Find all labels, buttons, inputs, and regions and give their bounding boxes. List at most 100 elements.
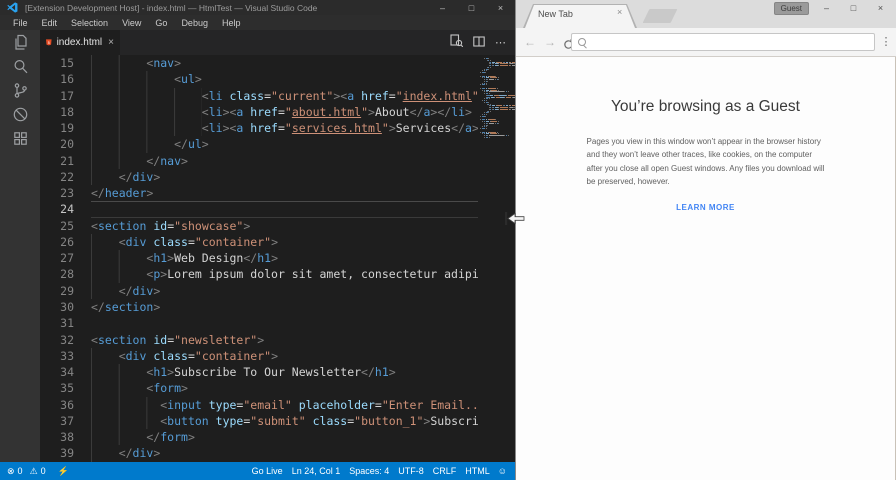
forward-icon[interactable]: → xyxy=(544,32,556,52)
source-control-icon[interactable] xyxy=(0,79,40,102)
line-number: 29 xyxy=(60,283,74,298)
status-spaces-4[interactable]: Spaces: 4 xyxy=(349,466,389,476)
search-icon[interactable] xyxy=(0,55,40,78)
browser-minimize-icon[interactable]: – xyxy=(813,0,840,15)
status-crlf[interactable]: CRLF xyxy=(433,466,457,476)
browser-toolbar: ← → ⋮ xyxy=(516,28,896,57)
vscode-maximize-icon[interactable]: □ xyxy=(457,0,486,15)
status-html[interactable]: HTML xyxy=(465,466,490,476)
more-actions-icon[interactable]: ⋯ xyxy=(495,36,506,49)
line-number: 20 xyxy=(60,137,74,152)
line-number: 19 xyxy=(60,121,74,136)
tab-index-html[interactable]: 5 index.html × xyxy=(40,30,120,55)
lightning-icon[interactable]: ⚡ xyxy=(58,466,69,477)
back-icon[interactable]: ← xyxy=(524,32,536,52)
extensions-icon[interactable] xyxy=(0,127,40,150)
code-line-16[interactable]: 16 <ul> xyxy=(40,71,515,88)
code-line-20[interactable]: 20 </ul> xyxy=(40,136,515,153)
svg-text:5: 5 xyxy=(48,41,50,45)
browser-tab-title[interactable]: New Tab xyxy=(538,9,573,19)
code-line-27[interactable]: 27 <h1>Web Design</h1> xyxy=(40,250,515,267)
browser-tab-close-icon[interactable]: × xyxy=(617,8,622,17)
tab-label: index.html xyxy=(56,37,103,48)
vscode-window: [Extension Development Host] - index.htm… xyxy=(0,0,525,480)
code-line-28[interactable]: 28 <p>Lorem ipsum dolor sit amet, consect… xyxy=(40,266,515,283)
status-go-live[interactable]: Go Live xyxy=(252,466,283,476)
line-number: 23 xyxy=(60,186,74,201)
problems-indicator[interactable]: ⊗ 0 ⚠ 0 xyxy=(7,466,49,477)
line-number: 27 xyxy=(60,251,74,266)
vscode-title: [Extension Development Host] - index.htm… xyxy=(25,2,318,13)
code-line-36[interactable]: 36 <input type="email" placeholder="Enter… xyxy=(40,396,515,413)
code-line-34[interactable]: 34 <h1>Subscribe To Our Newsletter</h1> xyxy=(40,364,515,381)
omnibox[interactable] xyxy=(571,33,875,51)
code-line-29[interactable]: 29 </div> xyxy=(40,282,515,299)
code-line-35[interactable]: 35 <form> xyxy=(40,380,515,397)
learn-more-link[interactable]: LEARN MORE xyxy=(516,203,895,212)
code-line-25[interactable]: 25 <section id="showcase"> xyxy=(40,218,515,234)
error-count: 0 xyxy=(17,466,23,476)
guest-badge[interactable]: Guest xyxy=(773,2,809,15)
line-number: 33 xyxy=(60,348,74,363)
code-line-23[interactable]: 23 </header> xyxy=(40,185,515,201)
line-number: 24 xyxy=(60,202,74,217)
code-line-17[interactable]: 17 <li class="current"><a href="index.htm… xyxy=(40,87,515,104)
menu-edit[interactable]: Edit xyxy=(35,18,65,28)
code-line-19[interactable]: 19 <li><a href="services.html">Services</… xyxy=(40,120,515,137)
feedback-smiley-icon[interactable]: ☺ xyxy=(498,466,507,476)
code-line-21[interactable]: 21 </nav> xyxy=(40,152,515,169)
line-number: 22 xyxy=(60,169,74,184)
browser-maximize-icon[interactable]: □ xyxy=(840,0,867,15)
menu-selection[interactable]: Selection xyxy=(64,18,115,28)
vscode-minimize-icon[interactable]: – xyxy=(428,0,457,15)
vscode-activity-bar xyxy=(0,30,40,462)
vscode-titlebar[interactable]: [Extension Development Host] - index.htm… xyxy=(0,0,515,15)
menu-go[interactable]: Go xyxy=(148,18,174,28)
code-line-31[interactable]: 31 xyxy=(40,315,515,331)
code-line-37[interactable]: 37 <button type="submit" class="button_1"… xyxy=(40,412,515,430)
open-preview-icon[interactable] xyxy=(450,33,464,52)
menu-help[interactable]: Help xyxy=(215,18,248,28)
line-number: 18 xyxy=(60,104,74,119)
split-editor-icon[interactable] xyxy=(473,34,485,52)
line-number: 34 xyxy=(60,365,74,380)
line-number: 36 xyxy=(60,397,74,412)
explorer-icon[interactable] xyxy=(0,31,40,54)
browser-menu-icon[interactable]: ⋮ xyxy=(880,35,892,48)
line-number: 31 xyxy=(60,316,74,331)
browser-close-icon[interactable]: × xyxy=(867,0,894,15)
code-lines[interactable]: 15 <nav> 16 <ul> 17 <li class="current"><a hr… xyxy=(40,55,515,462)
line-number: 17 xyxy=(60,88,74,103)
menu-view[interactable]: View xyxy=(115,18,148,28)
code-line-39[interactable]: 39 </div> xyxy=(40,445,515,462)
new-tab-button[interactable] xyxy=(642,9,678,23)
guest-page: You’re browsing as a Guest Pages you vie… xyxy=(516,57,896,480)
omnibox-search-icon xyxy=(578,38,586,46)
menu-debug[interactable]: Debug xyxy=(174,18,215,28)
code-line-22[interactable]: 22 </div> xyxy=(40,168,515,186)
minimap[interactable] xyxy=(478,55,525,462)
error-icon: ⊗ xyxy=(7,465,15,476)
vscode-logo-icon xyxy=(7,2,18,13)
guest-body-line: Pages you view in this window won’t appe… xyxy=(586,137,821,146)
status-utf-8[interactable]: UTF-8 xyxy=(398,466,424,476)
code-line-18[interactable]: 18 <li><a href="about.html">About</a></li… xyxy=(40,103,515,121)
code-line-26[interactable]: 26 <div class="container"> xyxy=(40,233,515,251)
line-number: 39 xyxy=(60,446,74,461)
vscode-tab-bar: 5 index.html × ⋯ xyxy=(40,30,515,55)
debug-icon[interactable] xyxy=(0,103,40,126)
tab-close-icon[interactable]: × xyxy=(108,37,114,48)
code-line-32[interactable]: 32 <section id="newsletter"> xyxy=(40,332,515,348)
line-number: 30 xyxy=(60,299,74,314)
guest-body: Pages you view in this window won’t appe… xyxy=(516,135,895,189)
code-line-33[interactable]: 33 <div class="container"> xyxy=(40,347,515,365)
code-line-38[interactable]: 38 </form> xyxy=(40,429,515,446)
vscode-close-icon[interactable]: × xyxy=(486,0,515,15)
browser-window: New Tab × Guest – □ × ← → ⋮ You’re brows… xyxy=(515,0,896,480)
menu-file[interactable]: File xyxy=(6,18,35,28)
status-ln-24-col-1[interactable]: Ln 24, Col 1 xyxy=(292,466,341,476)
code-line-24[interactable]: 24 xyxy=(40,201,515,218)
code-line-30[interactable]: 30 </section> xyxy=(40,299,515,315)
guest-body-line: and they won’t leave other traces, like … xyxy=(586,150,813,160)
code-line-15[interactable]: 15 <nav> xyxy=(40,55,515,72)
